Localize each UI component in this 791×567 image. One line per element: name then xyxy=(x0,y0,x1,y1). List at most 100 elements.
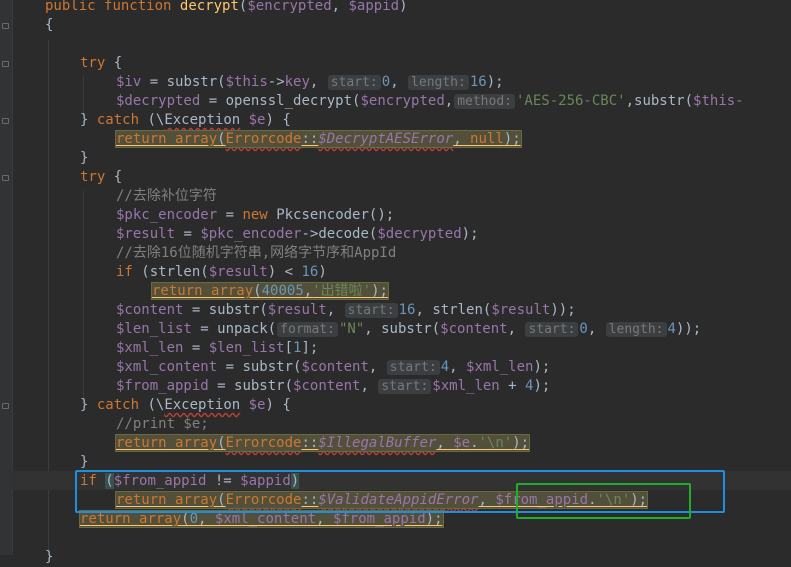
variable: $pkc_encoder xyxy=(116,207,218,223)
green-annotation-box xyxy=(516,483,691,519)
variable: $this- xyxy=(693,93,744,109)
parameter: $encrypted xyxy=(247,0,332,14)
code-line-11[interactable]: //去除补位字符 xyxy=(116,187,217,206)
variable: $pkc_encoder xyxy=(200,226,302,242)
code-line-21[interactable]: $from_appid = substr($content, start: $xm… xyxy=(116,377,550,396)
function-call: substr xyxy=(381,321,432,337)
code-line-15[interactable]: if (strlen($result) < 16) xyxy=(116,263,327,282)
comment: //去除16位随机字符串,网络字节序和AppId xyxy=(116,245,397,261)
code-line-2[interactable]: { xyxy=(45,16,53,35)
function-call: substr xyxy=(208,302,260,318)
class-name: Exception xyxy=(164,112,241,128)
property: key xyxy=(284,74,310,90)
variable: $result xyxy=(491,302,551,318)
keyword: null xyxy=(470,131,504,147)
function-call: substr xyxy=(166,74,218,90)
code-line-14[interactable]: //去除16位随机字符串,网络字节序和AppId xyxy=(116,244,396,263)
code-line-16[interactable]: return array(40005,'出错啦'); xyxy=(151,282,389,301)
variable: $from_appid xyxy=(332,511,426,527)
function-call: strlen xyxy=(432,302,483,318)
param-hint: start: xyxy=(386,360,440,375)
code-line-1[interactable]: public function decrypt($encrypted, $app… xyxy=(45,0,408,16)
brace: } xyxy=(80,150,89,166)
code-line-17[interactable]: $content = substr($result, start: 16, str… xyxy=(116,301,576,320)
variable: $len_list xyxy=(208,340,285,356)
param-hint: method: xyxy=(454,94,515,109)
keyword: return xyxy=(116,435,167,451)
code-line-13[interactable]: $result = $pkc_encoder->decode($decrypte… xyxy=(116,225,479,244)
number: 0 xyxy=(189,511,199,527)
string: 'AES-256-CBC' xyxy=(516,93,626,109)
keyword: array xyxy=(175,435,218,451)
indent-guide xyxy=(83,191,84,401)
number: 16 xyxy=(301,264,319,280)
variable: $e xyxy=(248,397,266,413)
code-line-22[interactable]: } catch (\Exception $e) { xyxy=(80,396,291,415)
code-line-30[interactable]: } xyxy=(45,548,53,567)
fold-marker-icon[interactable] xyxy=(2,403,9,409)
keyword: array xyxy=(175,131,218,147)
number: 16 xyxy=(398,302,416,318)
fold-marker-icon[interactable] xyxy=(2,175,9,181)
variable: $xml_len xyxy=(466,359,534,375)
keyword: catch xyxy=(96,397,140,413)
fold-marker-icon[interactable] xyxy=(2,118,9,124)
code-line-8[interactable]: return array(Errorcode::$DecryptAESError… xyxy=(115,130,522,149)
function-call: strlen xyxy=(149,264,201,280)
code-line-20[interactable]: $xml_content = substr($content, start: 4,… xyxy=(116,358,550,377)
keyword: try xyxy=(80,169,106,185)
code-line-5[interactable]: $iv = substr($this->key, start: 0, length… xyxy=(116,73,504,92)
variable: $result xyxy=(208,264,268,280)
code-line-18[interactable]: $len_list = unpack(format: "N", substr($c… xyxy=(116,320,701,339)
code-line-23[interactable]: //print $e; xyxy=(116,415,209,434)
variable: $decrypted xyxy=(116,93,201,109)
number: 40005 xyxy=(261,283,304,299)
param-hint: start: xyxy=(525,322,579,337)
class-name: Errorcode xyxy=(225,131,302,147)
variable: $from_appid xyxy=(116,378,209,394)
keyword: catch xyxy=(96,112,140,128)
function-name: decrypt xyxy=(179,0,239,14)
string: '出错啦' xyxy=(312,283,372,299)
indent-guide xyxy=(83,76,84,116)
variable: $xml_content xyxy=(214,511,317,527)
comment: //print $e; xyxy=(116,416,209,432)
fold-marker-icon[interactable] xyxy=(2,23,9,29)
variable: $result xyxy=(116,226,176,242)
class-name: Pkcsencoder xyxy=(276,207,369,223)
parameter: $appid xyxy=(348,0,400,14)
brace: { xyxy=(45,17,54,33)
variable: $xml_len xyxy=(116,340,184,356)
keyword: function xyxy=(104,0,172,14)
code-line-12[interactable]: $pkc_encoder = new Pkcsencoder(); xyxy=(116,206,394,225)
param-hint: start: xyxy=(344,303,398,318)
keyword: array xyxy=(211,283,254,299)
fold-marker-icon[interactable] xyxy=(2,61,9,67)
function-call: substr xyxy=(234,378,285,394)
keyword: try xyxy=(80,55,106,71)
code-line-19[interactable]: $xml_len = $len_list[1]; xyxy=(116,339,318,358)
code-line-7[interactable]: } catch (\Exception $e) { xyxy=(80,111,291,130)
variable: $content xyxy=(116,302,184,318)
code-line-6[interactable]: $decrypted = openssl_decrypt($encrypted,… xyxy=(116,92,744,111)
function-call: unpack xyxy=(217,321,268,337)
keyword: if xyxy=(116,264,133,280)
code-line-10[interactable]: try { xyxy=(80,168,122,187)
code-editor[interactable]: public function decrypt($encrypted, $app… xyxy=(0,0,791,565)
code-line-9[interactable]: } xyxy=(80,149,88,168)
number: 4 xyxy=(667,321,676,337)
code-line-24[interactable]: return array(Errorcode::$IllegalBuffer, … xyxy=(114,434,531,453)
static-property: $IllegalBuffer xyxy=(318,435,437,451)
string: '\n' xyxy=(478,435,513,451)
variable: $len_list xyxy=(116,321,192,337)
class-name: Exception xyxy=(164,397,241,413)
method-call: decode xyxy=(318,226,369,242)
code-line-4[interactable]: try { xyxy=(80,54,122,73)
param-hint: start: xyxy=(378,379,432,394)
number: 0 xyxy=(579,321,588,337)
keyword: new xyxy=(242,207,268,223)
number: 16 xyxy=(469,74,487,90)
variable: $decrypted xyxy=(377,226,462,242)
keyword: return xyxy=(80,511,131,527)
function-call: substr xyxy=(242,359,294,375)
